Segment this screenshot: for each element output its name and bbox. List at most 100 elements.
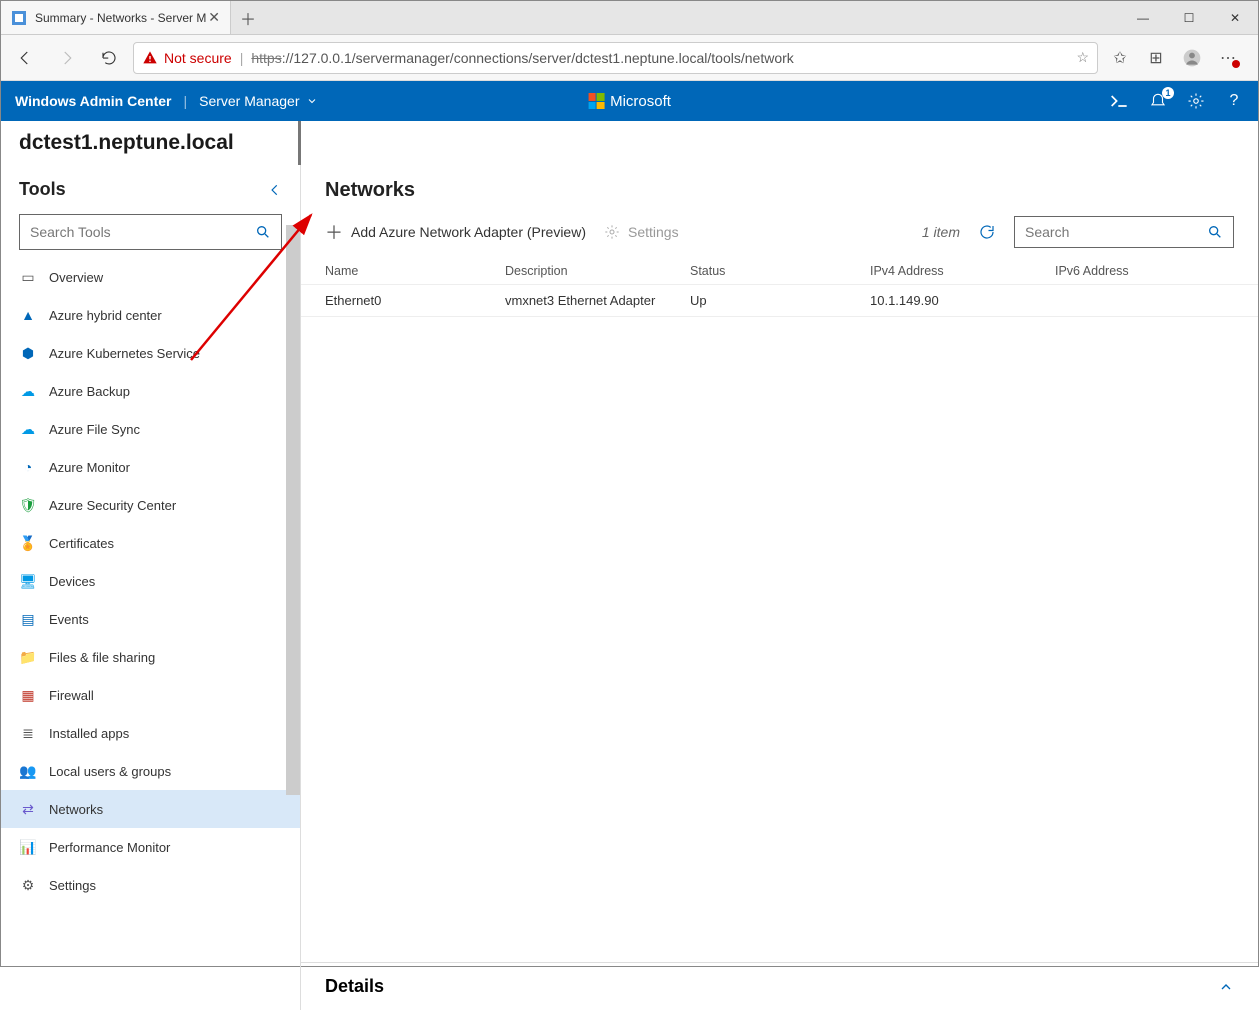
maximize-button[interactable]: ☐ xyxy=(1166,1,1212,34)
add-adapter-label: Add Azure Network Adapter (Preview) xyxy=(351,224,586,240)
host-title: dctest1.neptune.local xyxy=(1,121,301,165)
tool-icon: ⬢ xyxy=(19,344,37,362)
add-adapter-button[interactable]: ＋ Add Azure Network Adapter (Preview) xyxy=(325,219,586,245)
search-icon xyxy=(1207,224,1223,240)
back-button[interactable] xyxy=(7,40,43,76)
sidebar-item-performance-monitor[interactable]: 📊Performance Monitor xyxy=(1,828,300,866)
header-separator: | xyxy=(183,93,187,109)
sidebar-item-files-file-sharing[interactable]: 📁 Files & file sharing xyxy=(1,638,300,676)
sidebar-item-local-users-groups[interactable]: 👥Local users & groups xyxy=(1,752,300,790)
refresh-button[interactable] xyxy=(91,40,127,76)
sidebar-item-devices[interactable]: 🖥Devices xyxy=(1,562,300,600)
command-bar: ＋ Add Azure Network Adapter (Preview) Se… xyxy=(301,206,1258,258)
search-networks-input[interactable]: Search xyxy=(1014,216,1234,248)
warning-icon xyxy=(142,50,158,66)
tool-icon: ⚙ xyxy=(19,876,37,894)
search-tools-input[interactable]: Search Tools xyxy=(19,214,282,250)
tool-icon: 🏅 xyxy=(19,534,37,552)
col-status[interactable]: Status xyxy=(690,264,870,278)
browser-tab[interactable]: Summary - Networks - Server M ✕ xyxy=(1,1,231,34)
notifications-icon[interactable]: 1 xyxy=(1148,91,1168,111)
tool-icon: 🛡 xyxy=(19,496,37,514)
context-dropdown[interactable]: Server Manager xyxy=(199,93,317,109)
tool-icon: ≣ xyxy=(19,724,37,742)
sidebar-scrollbar[interactable] xyxy=(286,225,300,795)
search-networks-placeholder: Search xyxy=(1025,224,1069,240)
sidebar-item-firewall[interactable]: ▦Firewall xyxy=(1,676,300,714)
tools-list: ▭Overview▲Azure hybrid center ⬢ Azure Kube… xyxy=(1,258,300,1010)
profile-icon[interactable] xyxy=(1176,42,1208,74)
browser-actions: ✩ ⊞ ⋯ xyxy=(1104,42,1252,74)
more-icon[interactable]: ⋯ xyxy=(1212,42,1244,74)
sidebar-item-azure-kubernetes-service[interactable]: ⬢ Azure Kubernetes Service xyxy=(1,334,300,372)
tool-icon: ▭ xyxy=(19,268,37,286)
sidebar-item-azure-backup[interactable]: ☁Azure Backup xyxy=(1,372,300,410)
details-label: Details xyxy=(325,976,384,997)
security-warning: Not secure xyxy=(142,50,232,66)
minimize-button[interactable]: — xyxy=(1120,1,1166,34)
sidebar-item-settings[interactable]: ⚙Settings xyxy=(1,866,300,904)
titlebar: Summary - Networks - Server M ✕ ＋ — ☐ ✕ xyxy=(1,1,1258,35)
favorite-icon[interactable]: ☆ xyxy=(1076,49,1089,66)
tool-label: Azure File Sync xyxy=(49,422,140,437)
cell-ipv4: 10.1.149.90 xyxy=(870,293,1055,308)
tool-icon: ▦ xyxy=(19,686,37,704)
cell-name: Ethernet0 xyxy=(325,293,505,308)
tool-icon: 👥 xyxy=(19,762,37,780)
tool-label: Azure Backup xyxy=(49,384,130,399)
collapse-sidebar-icon[interactable] xyxy=(268,183,282,197)
help-icon[interactable]: ? xyxy=(1224,91,1244,111)
cell-ipv6 xyxy=(1055,293,1234,308)
brand-label[interactable]: Windows Admin Center xyxy=(15,93,171,109)
table-header: Name Description Status IPv4 Address IPv… xyxy=(301,258,1258,285)
collections-icon[interactable]: ⊞ xyxy=(1140,42,1172,74)
microsoft-logo: Microsoft xyxy=(588,93,671,110)
sidebar-item-certificates[interactable]: 🏅Certificates xyxy=(1,524,300,562)
ms-logo-icon xyxy=(588,93,604,109)
table-row[interactable]: Ethernet0vmxnet3 Ethernet AdapterUp10.1.… xyxy=(301,285,1258,317)
col-ipv6[interactable]: IPv6 Address xyxy=(1055,264,1234,278)
tool-icon: ◔ xyxy=(19,458,37,476)
tool-label: Azure Security Center xyxy=(49,498,176,513)
tool-icon: 📁 xyxy=(19,648,37,666)
powershell-icon[interactable] xyxy=(1110,91,1130,111)
sidebar-item-azure-hybrid-center[interactable]: ▲Azure hybrid center xyxy=(1,296,300,334)
address-bar[interactable]: Not secure | https://127.0.0.1/serverman… xyxy=(133,42,1098,74)
col-ipv4[interactable]: IPv4 Address xyxy=(870,264,1055,278)
tab-favicon-icon xyxy=(11,10,27,26)
favorites-icon[interactable]: ✩ xyxy=(1104,42,1136,74)
host-row: dctest1.neptune.local xyxy=(1,121,1258,165)
settings-icon[interactable] xyxy=(1186,91,1206,111)
cell-status: Up xyxy=(690,293,870,308)
col-name[interactable]: Name xyxy=(325,264,505,278)
chevron-up-icon xyxy=(1218,979,1234,995)
sidebar-item-events[interactable]: ▤Events xyxy=(1,600,300,638)
table-body: Ethernet0vmxnet3 Ethernet AdapterUp10.1.… xyxy=(301,285,1258,317)
col-description[interactable]: Description xyxy=(505,264,690,278)
window-controls: — ☐ ✕ xyxy=(1120,1,1258,34)
item-count: 1 item xyxy=(922,224,960,240)
tool-label: Files & file sharing xyxy=(49,650,155,665)
close-window-button[interactable]: ✕ xyxy=(1212,1,1258,34)
page-body: Tools Search Tools ▭Overview▲Azure hybri… xyxy=(1,165,1258,1010)
close-tab-icon[interactable]: ✕ xyxy=(208,9,220,26)
notif-badge: 1 xyxy=(1162,87,1174,99)
sidebar-item-overview[interactable]: ▭Overview xyxy=(1,258,300,296)
tool-label: Installed apps xyxy=(49,726,129,741)
tool-icon: ⇄ xyxy=(19,800,37,818)
sidebar-item-installed-apps[interactable]: ≣ Installed apps xyxy=(1,714,300,752)
sidebar-item-azure-security-center[interactable]: 🛡 Azure Security Center xyxy=(1,486,300,524)
settings-button[interactable]: Settings xyxy=(604,224,679,240)
details-panel[interactable]: Details xyxy=(301,962,1258,1010)
page-title: Networks xyxy=(301,165,1258,206)
sidebar-item-azure-monitor[interactable]: ◔Azure Monitor xyxy=(1,448,300,486)
url-text: https://127.0.0.1/servermanager/connecti… xyxy=(251,50,793,66)
refresh-list-icon[interactable] xyxy=(978,223,996,241)
tool-icon: 📊 xyxy=(19,838,37,856)
forward-button[interactable] xyxy=(49,40,85,76)
sidebar-item-azure-file-sync[interactable]: ☁Azure File Sync xyxy=(1,410,300,448)
sidebar-item-networks[interactable]: ⇄Networks xyxy=(1,790,300,828)
url-bar: Not secure | https://127.0.0.1/serverman… xyxy=(1,35,1258,81)
new-tab-button[interactable]: ＋ xyxy=(231,1,265,34)
tool-label: Azure Kubernetes Service xyxy=(49,346,200,361)
